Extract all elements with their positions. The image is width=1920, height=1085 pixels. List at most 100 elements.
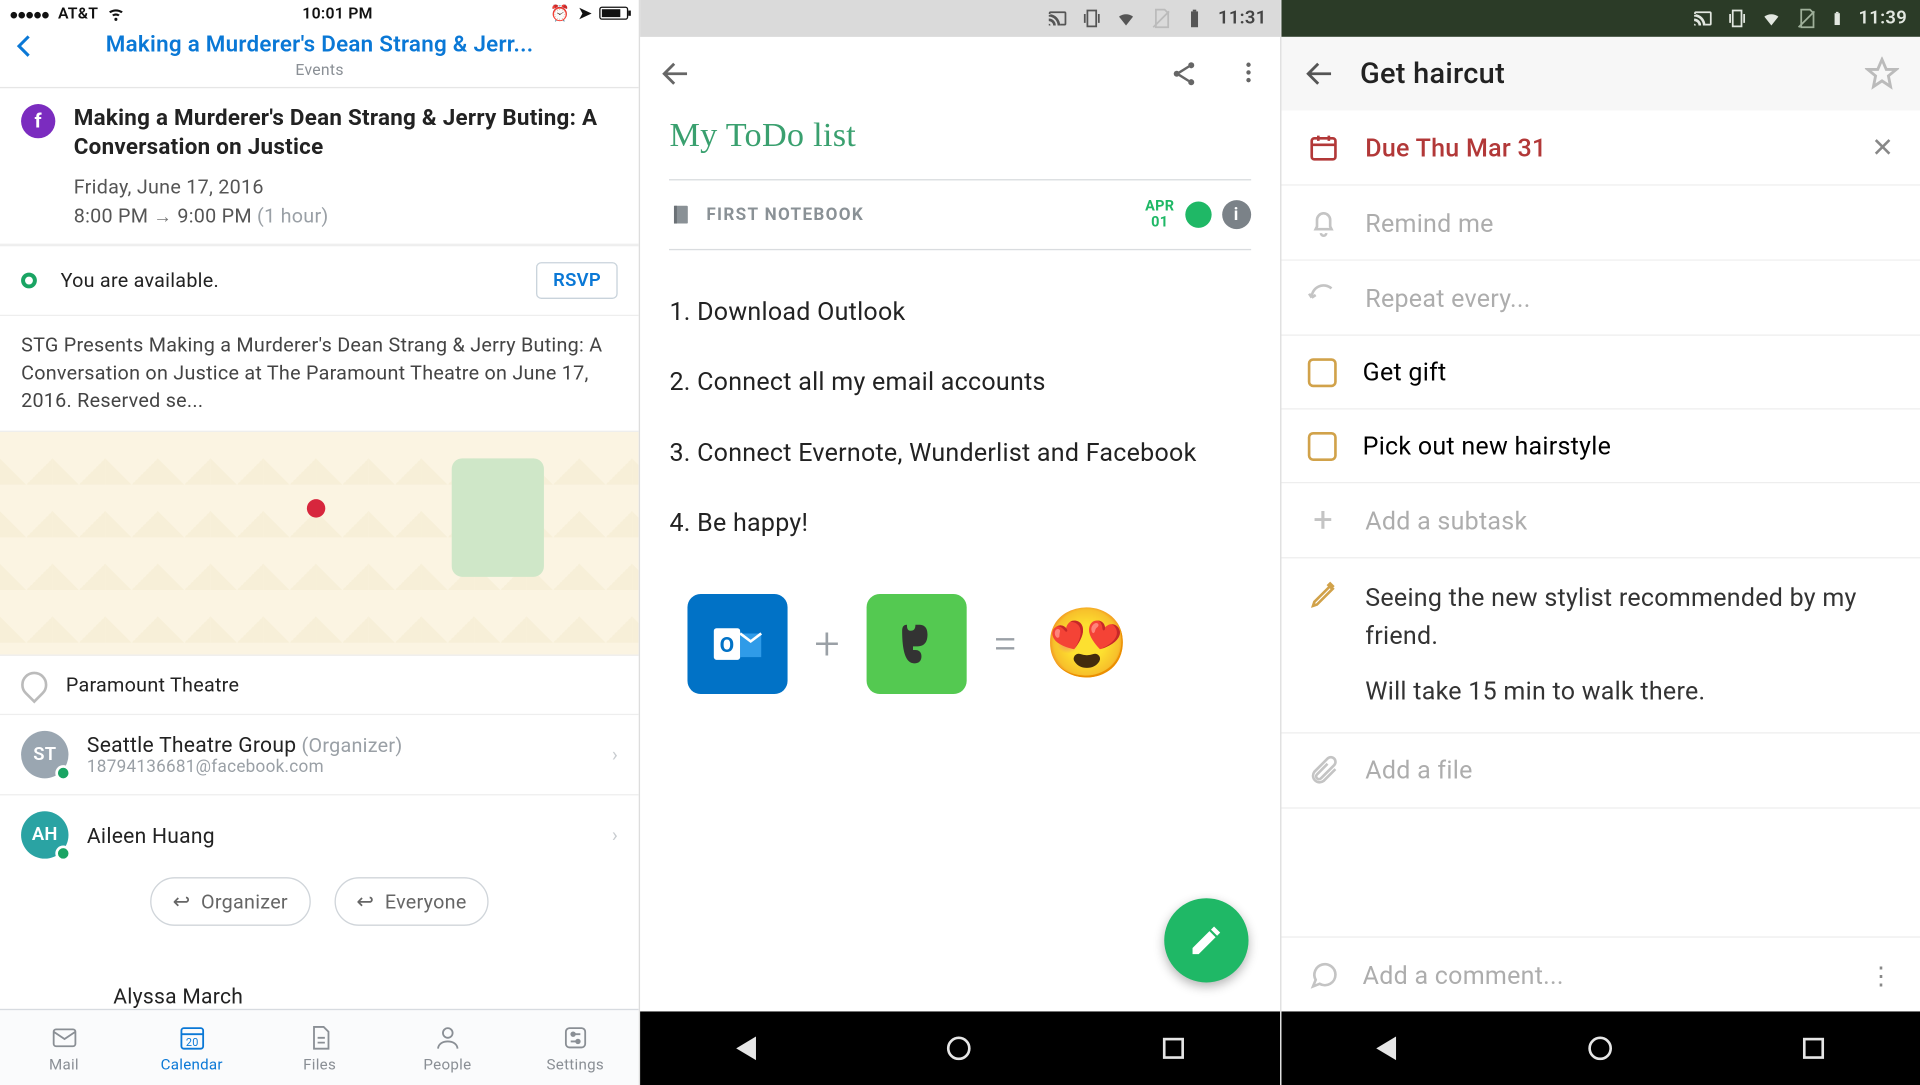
- event-map[interactable]: [0, 432, 639, 656]
- chevron-right-icon: ›: [612, 743, 618, 767]
- due-date-row[interactable]: Due Thu Mar 31 ✕: [1281, 111, 1920, 186]
- signal-dots-icon: [11, 4, 51, 22]
- note-title[interactable]: My ToDo list: [640, 111, 1279, 179]
- speech-bubble-icon: [1307, 959, 1339, 991]
- wifi-icon: [1761, 8, 1782, 29]
- vibrate-icon: [1727, 8, 1748, 29]
- ios-status-bar: AT&T 10:01 PM ⏰ ➤: [0, 0, 639, 26]
- battery-icon: [1830, 11, 1846, 27]
- cast-icon: [1693, 8, 1714, 29]
- add-subtask-row[interactable]: + Add a subtask: [1281, 483, 1920, 558]
- event-title: Making a Murderer's Dean Strang & Jerry …: [74, 104, 618, 162]
- android-status-bar: 11:31: [640, 0, 1279, 37]
- edit-fab[interactable]: [1164, 898, 1248, 982]
- comment-bar[interactable]: Add a comment... ⋮: [1281, 936, 1920, 1011]
- nav-subtitle: Events: [13, 61, 626, 79]
- nav-recents[interactable]: [1163, 1038, 1184, 1059]
- android-nav-bar: [1281, 1011, 1920, 1085]
- note-body[interactable]: 1. Download Outlook 2. Connect all my em…: [640, 250, 1279, 583]
- reminder-row[interactable]: Remind me: [1281, 186, 1920, 261]
- note-toolbar: [640, 37, 1279, 111]
- tab-files[interactable]: Files: [256, 1010, 384, 1085]
- carrier-label: AT&T: [58, 4, 98, 22]
- clock: 10:01 PM: [302, 4, 372, 22]
- task-title[interactable]: Get haircut: [1360, 57, 1841, 90]
- no-sim-icon: [1795, 8, 1816, 29]
- presence-icon: [55, 765, 71, 781]
- cast-icon: [1047, 8, 1068, 29]
- location-name: Paramount Theatre: [66, 673, 239, 697]
- share-button[interactable]: [1169, 59, 1198, 88]
- availability-text: You are available.: [61, 269, 219, 293]
- back-button[interactable]: [11, 32, 40, 61]
- reply-icon: ↩: [173, 889, 191, 914]
- pencil-icon: [1307, 579, 1339, 710]
- calendar-icon: 20: [177, 1023, 206, 1052]
- clock: 11:39: [1859, 8, 1907, 29]
- plus-symbol: +: [814, 618, 840, 671]
- settings-icon: [561, 1023, 590, 1052]
- nav-back[interactable]: [1377, 1036, 1397, 1060]
- repeat-icon: [1307, 282, 1339, 314]
- star-button[interactable]: [1865, 57, 1899, 91]
- tab-settings[interactable]: Settings: [511, 1010, 639, 1085]
- svg-text:20: 20: [185, 1036, 198, 1049]
- alarm-icon: ⏰: [550, 4, 570, 22]
- nav-back[interactable]: [736, 1036, 756, 1060]
- reminder-alarm-icon[interactable]: [1185, 202, 1211, 228]
- rsvp-button[interactable]: RSVP: [536, 262, 618, 299]
- add-file-row[interactable]: Add a file: [1281, 733, 1920, 808]
- tab-mail[interactable]: Mail: [0, 1010, 128, 1085]
- clear-due-button[interactable]: ✕: [1871, 132, 1893, 164]
- phone-outlook-event: AT&T 10:01 PM ⏰ ➤ Making a Murderer's De…: [0, 0, 639, 1085]
- tab-calendar[interactable]: 20 Calendar: [128, 1010, 256, 1085]
- event-date: Friday, June 17, 2016: [74, 175, 618, 199]
- list-item: 3. Connect Evernote, Wunderlist and Face…: [669, 417, 1250, 487]
- nav-recents[interactable]: [1803, 1038, 1824, 1059]
- checkbox[interactable]: [1307, 358, 1336, 387]
- list-item: 1. Download Outlook: [669, 277, 1250, 347]
- availability-row: You are available. RSVP: [0, 245, 639, 316]
- overflow-button[interactable]: [1235, 59, 1261, 88]
- location-row[interactable]: Paramount Theatre: [0, 656, 639, 715]
- location-icon: ➤: [578, 4, 592, 22]
- attendee-row-cut: Alyssa March: [92, 984, 264, 1009]
- equals-symbol: =: [993, 618, 1018, 671]
- reply-bar: ↩ Organizer ↩ Everyone: [0, 864, 639, 939]
- attendee-row-organizer[interactable]: ST Seattle Theatre Group (Organizer) 187…: [0, 715, 639, 795]
- nav-home[interactable]: [1588, 1036, 1612, 1060]
- map-pin-icon: [307, 499, 325, 517]
- checkbox[interactable]: [1307, 431, 1336, 460]
- subtask-row[interactable]: Get gift: [1281, 336, 1920, 410]
- nav-bar: Making a Murderer's Dean Strang & Jerr..…: [0, 26, 639, 88]
- calendar-icon: [1307, 132, 1339, 164]
- evernote-app-icon: [866, 594, 966, 694]
- event-header: f Making a Murderer's Dean Strang & Jerr…: [0, 88, 639, 245]
- repeat-row[interactable]: Repeat every...: [1281, 261, 1920, 336]
- comment-overflow-button[interactable]: ⋮: [1869, 959, 1894, 989]
- info-button[interactable]: i: [1222, 200, 1251, 229]
- nav-title: Making a Murderer's Dean Strang & Jerr..…: [13, 32, 626, 58]
- wifi-icon: [1115, 8, 1136, 29]
- presence-icon: [55, 846, 71, 862]
- reply-organizer-button[interactable]: ↩ Organizer: [150, 877, 310, 926]
- back-button[interactable]: [659, 57, 693, 91]
- notebook-icon: [669, 203, 693, 227]
- no-sim-icon: [1150, 8, 1171, 29]
- mail-icon: [49, 1023, 78, 1052]
- note-row[interactable]: Seeing the new stylist recommended by my…: [1281, 558, 1920, 733]
- notebook-chip[interactable]: FIRST NOTEBOOK: [669, 203, 864, 227]
- nav-home[interactable]: [948, 1036, 972, 1060]
- reply-all-icon: ↩: [356, 889, 374, 914]
- reminder-date[interactable]: APR01: [1145, 199, 1174, 231]
- edit-icon: [1187, 922, 1224, 959]
- clock: 11:31: [1218, 8, 1266, 29]
- list-item: 2. Connect all my email accounts: [669, 347, 1250, 417]
- tab-people[interactable]: People: [383, 1010, 511, 1085]
- task-header: Get haircut: [1281, 37, 1920, 111]
- attendee-row[interactable]: AH Aileen Huang ›: [0, 796, 639, 864]
- event-description[interactable]: STG Presents Making a Murderer's Dean St…: [0, 316, 639, 432]
- back-button[interactable]: [1302, 57, 1336, 91]
- reply-everyone-button[interactable]: ↩ Everyone: [334, 877, 489, 926]
- subtask-row[interactable]: Pick out new hairstyle: [1281, 410, 1920, 484]
